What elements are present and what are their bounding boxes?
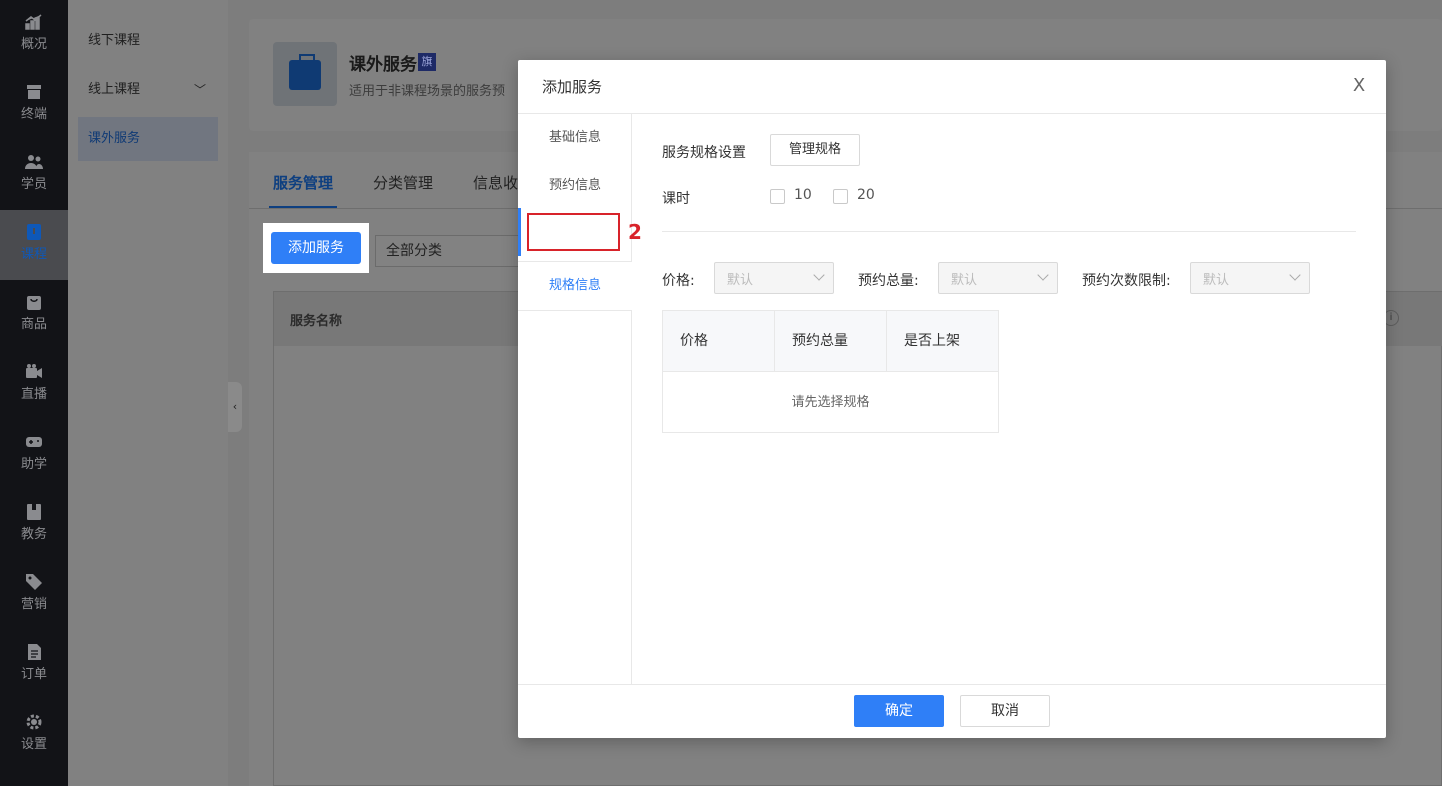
nav-item-overview[interactable]: 概况 (0, 0, 68, 70)
chart-icon (25, 14, 42, 30)
document-icon (28, 644, 41, 660)
nav-label: 课程 (20, 247, 47, 262)
limit-select[interactable]: 默认 (1190, 262, 1310, 294)
sub-item-extra-service[interactable]: 课外服务 (78, 117, 218, 161)
service-logo (273, 42, 337, 106)
book-icon (27, 504, 41, 520)
confirm-button[interactable]: 确定 (854, 695, 944, 727)
tab-category-management[interactable]: 分类管理 (373, 172, 433, 193)
modal-header: 添加服务 X (518, 60, 1386, 114)
nav-item-assist[interactable]: 助学 (0, 420, 68, 490)
sub-item-offline-course[interactable]: 线下课程 (78, 19, 218, 63)
sub-item-label: 线下课程 (88, 33, 141, 48)
nav-label: 直播 (20, 387, 47, 402)
total-label: 预约总量: (858, 273, 919, 289)
hours-checkbox-20[interactable] (833, 189, 848, 204)
main-nav: 概况 终端 学员 课程 商品 直播 助学 教务 营销 订单 设置 (0, 0, 68, 786)
gamepad-icon (26, 437, 42, 447)
category-filter-select[interactable]: 全部分类 (375, 235, 525, 267)
manage-spec-button[interactable]: 管理规格 (770, 134, 860, 166)
sub-item-online-course[interactable]: 线上课程 ﹀ (78, 68, 218, 112)
column-price: 价格 (663, 311, 775, 372)
modal-footer (518, 684, 1386, 738)
cancel-button[interactable]: 取消 (960, 695, 1050, 727)
tab-active-indicator (269, 206, 337, 208)
side-item-basic-info[interactable]: 基础信息 (518, 114, 632, 162)
hours-checkbox-10[interactable] (770, 189, 785, 204)
tag-icon (26, 574, 42, 590)
nav-label: 商品 (20, 317, 47, 332)
nav-item-students[interactable]: 学员 (0, 140, 68, 210)
nav-label: 概况 (20, 37, 47, 52)
nav-item-settings[interactable]: 设置 (0, 700, 68, 770)
side-item-spec-info[interactable]: 规格信息 (518, 262, 632, 310)
nav-item-academic[interactable]: 教务 (0, 490, 68, 560)
select-placeholder: 默认 (1203, 273, 1230, 288)
collapse-sidebar-button[interactable]: ‹ (228, 382, 242, 432)
chevron-down-icon (1289, 269, 1301, 281)
close-icon[interactable]: X (1349, 76, 1369, 96)
chevron-down-icon (813, 269, 825, 281)
side-divider (518, 310, 632, 311)
table-empty-text: 请先选择规格 (791, 395, 870, 410)
page-title: 课外服务 (349, 55, 417, 75)
nav-label: 设置 (20, 737, 47, 752)
column-service-name: 服务名称 (290, 314, 343, 329)
video-icon (26, 364, 42, 378)
total-select[interactable]: 默认 (938, 262, 1058, 294)
divider (662, 231, 1356, 232)
price-select[interactable]: 默认 (714, 262, 834, 294)
nav-label: 营销 (20, 597, 47, 612)
highlight-box (527, 213, 620, 251)
column-on-shelf: 是否上架 (904, 333, 960, 349)
nav-item-terminal[interactable]: 终端 (0, 70, 68, 140)
nav-item-course[interactable]: 课程 (0, 210, 68, 280)
limit-label: 预约次数限制: (1082, 273, 1171, 289)
select-placeholder: 默认 (727, 273, 754, 288)
add-service-button[interactable]: 添加服务 (271, 232, 361, 264)
nav-item-live[interactable]: 直播 (0, 350, 68, 420)
nav-label: 学员 (20, 177, 47, 192)
flagship-badge: 旗 (418, 53, 436, 71)
step-2-label: 2 (628, 220, 642, 244)
chevron-down-icon (1037, 269, 1049, 281)
nav-item-marketing[interactable]: 营销 (0, 560, 68, 630)
shop-icon (27, 85, 41, 99)
nav-label: 终端 (20, 107, 47, 122)
tab-info-collection[interactable]: 信息收 (473, 172, 518, 193)
price-label: 价格: (662, 273, 695, 289)
spec-table: 价格 预约总量 是否上架 请先选择规格 (662, 310, 999, 433)
sub-menu: 线下课程 线上课程 ﹀ 课外服务 (68, 0, 228, 786)
hours-label: 课时 (662, 191, 690, 207)
spec-setting-label: 服务规格设置 (662, 145, 746, 161)
nav-label: 教务 (20, 527, 47, 542)
gear-icon (26, 714, 42, 730)
chevron-down-icon: ﹀ (193, 83, 206, 97)
briefcase-icon (289, 54, 321, 90)
side-active-indicator (518, 208, 521, 256)
hours-option-label: 10 (794, 187, 812, 203)
modal-side-nav: 基础信息 预约信息 规格信息 (518, 114, 632, 684)
sub-item-label: 课外服务 (88, 131, 141, 146)
spec-table-header: 价格 预约总量 是否上架 (663, 311, 998, 372)
hours-option-label: 20 (857, 187, 875, 203)
nav-item-goods[interactable]: 商品 (0, 280, 68, 350)
tab-service-management[interactable]: 服务管理 (273, 172, 333, 193)
users-icon (25, 155, 43, 169)
select-placeholder: 默认 (951, 273, 978, 288)
column-total: 预约总量 (775, 311, 887, 372)
page-description: 适用于非课程场景的服务预 (349, 84, 506, 99)
modal-title: 添加服务 (542, 78, 603, 96)
bag-icon (27, 296, 41, 310)
nav-label: 订单 (20, 667, 47, 682)
nav-item-orders[interactable]: 订单 (0, 630, 68, 700)
course-icon (27, 224, 41, 240)
chevron-left-icon: ‹ (232, 400, 238, 413)
nav-label: 助学 (20, 457, 47, 472)
sub-item-label: 线上课程 (88, 82, 141, 97)
side-item-booking-info[interactable]: 预约信息 (518, 162, 632, 210)
